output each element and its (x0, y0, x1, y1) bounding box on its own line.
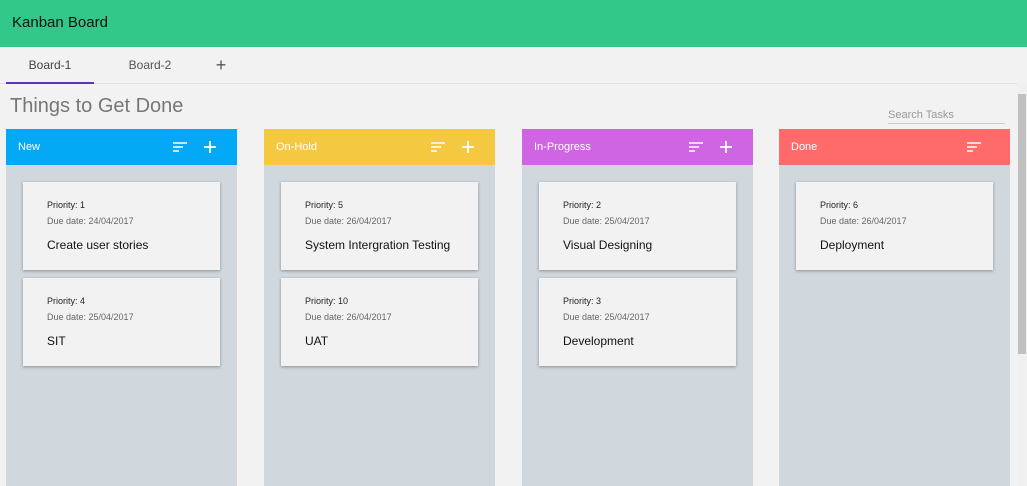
task-priority: Priority: 4 (47, 296, 86, 306)
task-priority: Priority: 6 (820, 200, 859, 210)
column-header-new: New (6, 129, 237, 165)
sort-icon[interactable] (171, 138, 189, 156)
task-card[interactable]: Priority: 6 Due date: 26/04/2017 Deploym… (796, 182, 993, 270)
task-due-date: Due date: 26/04/2017 (820, 216, 907, 226)
task-priority: Priority: 1 (47, 200, 86, 210)
task-title: Deployment (820, 238, 885, 252)
task-due-date: Due date: 25/04/2017 (563, 216, 650, 226)
column-on-hold: On-Hold Priority: 5 Due date: 26/04/2017… (264, 129, 495, 486)
sort-icon[interactable] (687, 138, 705, 156)
app-bar: Kanban Board (0, 0, 1027, 47)
add-task-button[interactable] (717, 138, 735, 156)
sort-icon[interactable] (965, 138, 983, 156)
column-header-in-progress: In-Progress (522, 129, 753, 165)
task-title: Create user stories (47, 238, 149, 252)
column-done: Done Priority: 6 Due date: 26/04/2017 De… (779, 129, 1010, 486)
task-priority: Priority: 10 (305, 296, 349, 306)
task-title: UAT (305, 334, 329, 348)
page-title: Things to Get Done (10, 95, 184, 117)
task-title: System Intergration Testing (305, 238, 451, 252)
column-title: On-Hold (276, 141, 317, 153)
task-due-date: Due date: 25/04/2017 (563, 312, 650, 322)
tab-board-2[interactable]: Board-2 (106, 47, 194, 84)
column-header-done: Done (779, 129, 1010, 165)
board-tabs: Board-1 Board-2 + (0, 47, 1017, 84)
scrollbar[interactable] (1017, 84, 1027, 486)
task-title: Visual Designing (563, 238, 653, 252)
task-priority: Priority: 2 (563, 200, 602, 210)
task-card[interactable]: Priority: 1 Due date: 24/04/2017 Create … (23, 182, 220, 270)
column-title: Done (791, 141, 818, 153)
column-title: New (18, 141, 41, 153)
task-title: SIT (47, 334, 66, 348)
app-title: Kanban Board (12, 14, 108, 31)
column-header-on-hold: On-Hold (264, 129, 495, 165)
plus-icon (462, 141, 474, 153)
plus-icon (204, 141, 216, 153)
column-title: In-Progress (534, 141, 591, 153)
search-input[interactable] (888, 106, 1005, 124)
plus-icon: + (215, 55, 227, 75)
add-task-button[interactable] (459, 138, 477, 156)
task-card[interactable]: Priority: 3 Due date: 25/04/2017 Develop… (539, 278, 736, 366)
task-due-date: Due date: 26/04/2017 (305, 312, 392, 322)
task-card[interactable]: Priority: 10 Due date: 26/04/2017 UAT (281, 278, 478, 366)
task-priority: Priority: 3 (563, 296, 602, 306)
task-title: Development (563, 334, 634, 348)
task-card[interactable]: Priority: 2 Due date: 25/04/2017 Visual … (539, 182, 736, 270)
task-due-date: Due date: 25/04/2017 (47, 312, 134, 322)
add-board-button[interactable]: + (208, 47, 234, 84)
task-due-date: Due date: 24/04/2017 (47, 216, 134, 226)
column-new: New Priority: 1 Due date: 24/04/2017 Cre… (6, 129, 237, 486)
task-card[interactable]: Priority: 5 Due date: 26/04/2017 System … (281, 182, 478, 270)
task-priority: Priority: 5 (305, 200, 344, 210)
task-due-date: Due date: 26/04/2017 (305, 216, 392, 226)
add-task-button[interactable] (201, 138, 219, 156)
column-in-progress: In-Progress Priority: 2 Due date: 25/04/… (522, 129, 753, 486)
tab-board-1[interactable]: Board-1 (6, 47, 94, 84)
sort-icon[interactable] (429, 138, 447, 156)
plus-icon (720, 141, 732, 153)
scrollbar-thumb[interactable] (1018, 94, 1026, 354)
task-card[interactable]: Priority: 4 Due date: 25/04/2017 SIT (23, 278, 220, 366)
